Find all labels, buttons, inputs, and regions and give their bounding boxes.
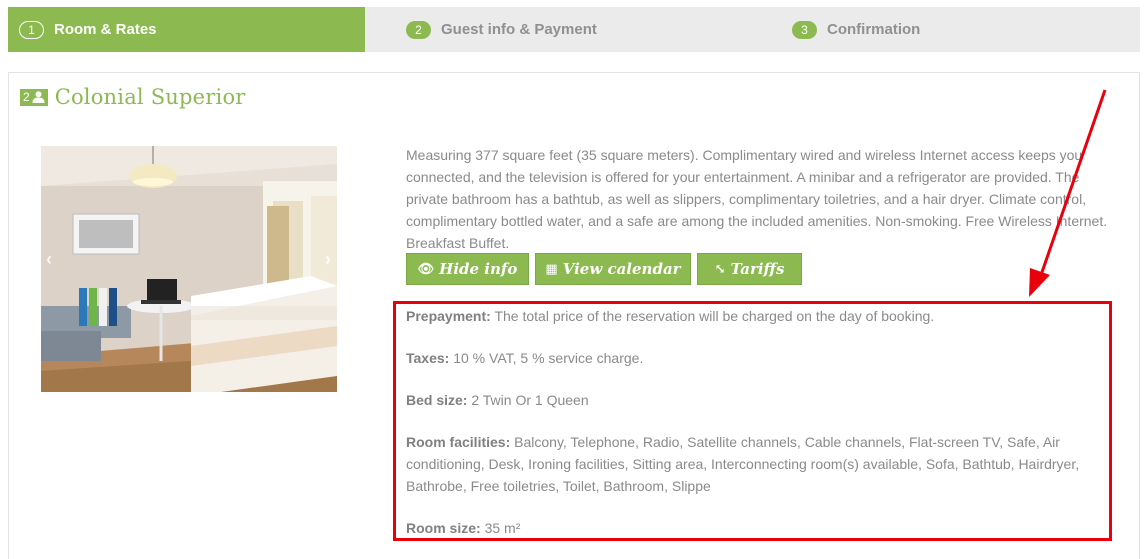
view-calendar-button[interactable]: ▦ View calendar bbox=[535, 253, 691, 285]
hide-info-button[interactable]: 👁 Hide info bbox=[406, 253, 529, 285]
step-label: Guest info & Payment bbox=[441, 21, 597, 38]
step-guest-info-payment[interactable]: 2 Guest info & Payment bbox=[406, 7, 597, 52]
tariffs-label: Tariffs bbox=[730, 260, 785, 278]
view-calendar-label: View calendar bbox=[562, 260, 681, 278]
eye-icon: 👁 bbox=[417, 261, 435, 277]
room-photo bbox=[41, 146, 337, 392]
step-number: 2 bbox=[406, 20, 431, 39]
compress-icon: ⤡ bbox=[714, 261, 726, 277]
room-description: Measuring 377 square feet (35 square met… bbox=[406, 147, 1108, 251]
step-label: Confirmation bbox=[827, 21, 921, 38]
step-confirmation[interactable]: 3 Confirmation bbox=[792, 7, 920, 52]
room-actions: 👁 Hide info ▦ View calendar ⤡ Tariffs bbox=[406, 253, 802, 285]
hide-info-label: Hide info bbox=[439, 260, 518, 278]
gallery-next-icon[interactable]: › bbox=[325, 249, 331, 270]
step-number: 1 bbox=[19, 20, 44, 39]
booking-steps: 1 Room & Rates 2 Guest info & Payment 3 … bbox=[8, 7, 1140, 52]
occupancy-count: 2 bbox=[23, 90, 30, 104]
room-header: 2 Colonial Superior bbox=[20, 85, 246, 109]
annotation-highlight-box bbox=[393, 301, 1112, 541]
tariffs-button[interactable]: ⤡ Tariffs bbox=[697, 253, 802, 285]
room-title: Colonial Superior bbox=[54, 85, 246, 109]
person-icon bbox=[32, 91, 45, 103]
calendar-icon: ▦ bbox=[545, 261, 558, 277]
room-photo-gallery[interactable]: ‹ › bbox=[41, 146, 337, 392]
step-number: 3 bbox=[792, 20, 817, 39]
gallery-prev-icon[interactable]: ‹ bbox=[46, 249, 52, 270]
step-label: Room & Rates bbox=[54, 21, 157, 38]
occupancy-badge: 2 bbox=[20, 88, 48, 106]
step-room-rates[interactable]: 1 Room & Rates bbox=[8, 7, 365, 52]
